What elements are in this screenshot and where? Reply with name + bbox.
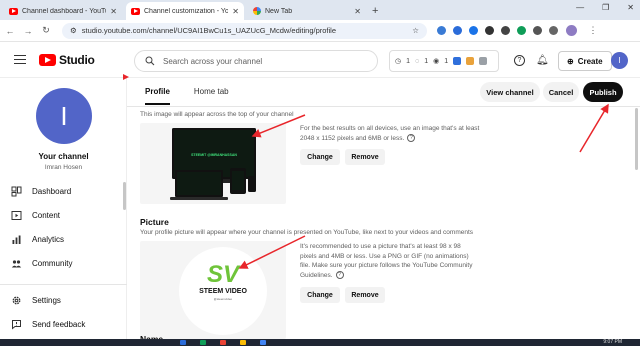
taskbar-app-icon[interactable]: [180, 340, 186, 345]
annotation-arrow-banner: [251, 114, 306, 138]
taskbar-app-icon[interactable]: [260, 340, 266, 345]
taskbar-app-icon[interactable]: [240, 340, 246, 345]
annotation-marker: [123, 74, 129, 80]
taskbar-app-icon[interactable]: [220, 340, 226, 345]
taskbar-clock: 9:07 PM: [603, 339, 622, 345]
annotation-arrow-picture: [238, 235, 306, 269]
os-taskbar: 9:07 PM: [0, 339, 640, 346]
annotation-overlay: [123, 74, 609, 269]
annotation-arrow-publish: [579, 103, 609, 153]
taskbar-app-icon[interactable]: [200, 340, 206, 345]
